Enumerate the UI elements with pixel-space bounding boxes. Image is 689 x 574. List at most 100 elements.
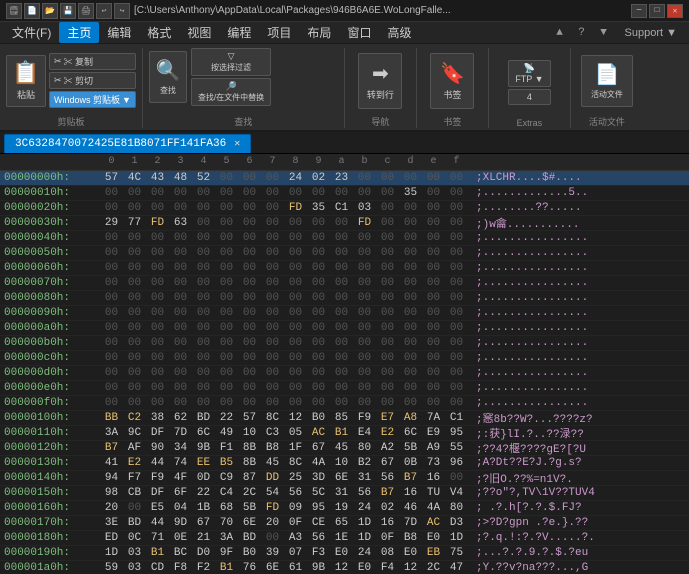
hex-byte-cell[interactable]: 6C bbox=[192, 427, 215, 439]
hex-byte-cell[interactable]: 00 bbox=[307, 382, 330, 394]
hex-byte-cell[interactable]: 1B bbox=[192, 502, 215, 514]
hex-byte-cell[interactable]: E7 bbox=[376, 412, 399, 424]
hex-byte-cell[interactable]: E0 bbox=[399, 547, 422, 559]
table-row[interactable]: 00000140h:94F7F94F0DC987DD253D6E3156B716… bbox=[0, 471, 689, 486]
hex-byte-cell[interactable]: 57 bbox=[238, 412, 261, 424]
hex-byte-cell[interactable]: 00 bbox=[445, 397, 468, 409]
hex-byte-cell[interactable]: B7 bbox=[376, 487, 399, 499]
menu-advanced[interactable]: 高级 bbox=[379, 22, 419, 43]
hex-byte-cell[interactable]: 00 bbox=[169, 247, 192, 259]
hex-byte-cell[interactable]: 67 bbox=[192, 517, 215, 529]
goto-line-button[interactable]: ➡ 转到行 bbox=[358, 53, 402, 109]
table-row[interactable]: 00000160h:2000E5041B685BFD0995192402464A… bbox=[0, 501, 689, 516]
hex-tab[interactable]: 3C6328470072425E81B8071FF141FA36 ✕ bbox=[4, 134, 251, 153]
hex-byte-cell[interactable]: D0 bbox=[192, 547, 215, 559]
hex-byte-cell[interactable]: 00 bbox=[215, 277, 238, 289]
hex-byte-cell[interactable]: 00 bbox=[399, 232, 422, 244]
hex-byte-cell[interactable]: 00 bbox=[284, 307, 307, 319]
hex-byte-cell[interactable]: 00 bbox=[215, 307, 238, 319]
hex-byte-cell[interactable]: C1 bbox=[445, 412, 468, 424]
hex-byte-cell[interactable]: 00 bbox=[169, 352, 192, 364]
hex-byte-cell[interactable]: 02 bbox=[376, 502, 399, 514]
hex-byte-cell[interactable]: 00 bbox=[422, 232, 445, 244]
hex-byte-cell[interactable]: 22 bbox=[215, 412, 238, 424]
hex-byte-cell[interactable]: 00 bbox=[100, 307, 123, 319]
hex-byte-cell[interactable]: 12 bbox=[284, 412, 307, 424]
hex-byte-cell[interactable]: 00 bbox=[261, 232, 284, 244]
hex-byte-cell[interactable]: 00 bbox=[100, 202, 123, 214]
hex-byte-cell[interactable]: 20 bbox=[100, 502, 123, 514]
print-icon[interactable]: 🖨 bbox=[78, 3, 94, 19]
hex-byte-cell[interactable]: 00 bbox=[399, 217, 422, 229]
hex-byte-cell[interactable]: 03 bbox=[123, 562, 146, 574]
hex-byte-cell[interactable]: 00 bbox=[192, 367, 215, 379]
hex-byte-cell[interactable]: 00 bbox=[169, 202, 192, 214]
hex-byte-cell[interactable]: 00 bbox=[100, 247, 123, 259]
hex-byte-cell[interactable]: DF bbox=[146, 487, 169, 499]
hex-byte-cell[interactable]: 00 bbox=[261, 187, 284, 199]
hex-byte-cell[interactable]: 00 bbox=[445, 247, 468, 259]
hex-byte-cell[interactable]: 00 bbox=[100, 187, 123, 199]
table-row[interactable]: 00000080h:000000000000000000000000000000… bbox=[0, 291, 689, 306]
hex-byte-cell[interactable]: 00 bbox=[376, 352, 399, 364]
hex-byte-cell[interactable]: 00 bbox=[261, 262, 284, 274]
hex-byte-cell[interactable]: 34 bbox=[169, 442, 192, 454]
hex-view-area[interactable]: 0 1 2 3 4 5 6 7 8 9 a b c d e f 00000000… bbox=[0, 154, 689, 574]
hex-byte-cell[interactable]: 00 bbox=[284, 277, 307, 289]
hex-byte-cell[interactable]: 00 bbox=[330, 352, 353, 364]
hex-byte-cell[interactable]: 0C bbox=[123, 532, 146, 544]
hex-byte-cell[interactable]: 00 bbox=[123, 337, 146, 349]
hex-byte-cell[interactable]: 00 bbox=[307, 277, 330, 289]
hex-byte-cell[interactable]: 00 bbox=[192, 382, 215, 394]
hex-byte-cell[interactable]: 00 bbox=[307, 352, 330, 364]
hex-byte-cell[interactable]: F2 bbox=[192, 562, 215, 574]
hex-byte-cell[interactable]: 00 bbox=[146, 382, 169, 394]
hex-byte-cell[interactable]: 00 bbox=[330, 187, 353, 199]
table-row[interactable]: 00000070h:000000000000000000000000000000… bbox=[0, 276, 689, 291]
hex-byte-cell[interactable]: 00 bbox=[376, 337, 399, 349]
hex-byte-cell[interactable]: 00 bbox=[238, 367, 261, 379]
hex-byte-cell[interactable]: 00 bbox=[445, 277, 468, 289]
table-row[interactable]: 00000120h:B7AF90349BF18BB81F674580A25BA9… bbox=[0, 441, 689, 456]
hex-byte-cell[interactable]: 00 bbox=[238, 187, 261, 199]
hex-byte-cell[interactable]: 56 bbox=[353, 487, 376, 499]
hex-byte-cell[interactable]: 00 bbox=[123, 322, 146, 334]
hex-byte-cell[interactable]: BB bbox=[100, 412, 123, 424]
filter-by-selection-button[interactable]: ▽ 按选择过滤 bbox=[191, 48, 271, 76]
table-row[interactable]: 00000130h:41E24474EEB58B458C4A10B2670B73… bbox=[0, 456, 689, 471]
hex-byte-cell[interactable]: 00 bbox=[330, 322, 353, 334]
table-row[interactable]: 000000b0h:000000000000000000000000000000… bbox=[0, 336, 689, 351]
table-row[interactable]: 00000110h:3A9CDF7D6C4910C305ACB1E4E26CE9… bbox=[0, 426, 689, 441]
menu-up-icon[interactable]: ▲ bbox=[551, 24, 569, 42]
hex-byte-cell[interactable]: 00 bbox=[284, 367, 307, 379]
undo-icon[interactable]: ↩ bbox=[96, 3, 112, 19]
hex-byte-cell[interactable]: AC bbox=[307, 427, 330, 439]
hex-byte-cell[interactable]: 29 bbox=[100, 217, 123, 229]
hex-byte-cell[interactable]: 00 bbox=[100, 397, 123, 409]
hex-byte-cell[interactable]: 6C bbox=[399, 427, 422, 439]
hex-byte-cell[interactable]: 80 bbox=[445, 502, 468, 514]
hex-byte-cell[interactable]: 47 bbox=[445, 562, 468, 574]
table-row[interactable]: 00000150h:98CBDF6F22C42C54565C3156B716TU… bbox=[0, 486, 689, 501]
hex-byte-cell[interactable]: 00 bbox=[376, 202, 399, 214]
hex-byte-cell[interactable]: 00 bbox=[261, 367, 284, 379]
hex-byte-cell[interactable]: 00 bbox=[123, 307, 146, 319]
hex-byte-cell[interactable]: 00 bbox=[284, 247, 307, 259]
hex-byte-cell[interactable]: 00 bbox=[330, 382, 353, 394]
hex-byte-cell[interactable]: 00 bbox=[215, 367, 238, 379]
hex-byte-cell[interactable]: 00 bbox=[445, 337, 468, 349]
hex-byte-cell[interactable]: 00 bbox=[422, 352, 445, 364]
hex-byte-cell[interactable]: 00 bbox=[307, 397, 330, 409]
hex-byte-cell[interactable]: 00 bbox=[353, 382, 376, 394]
hex-byte-cell[interactable]: 00 bbox=[146, 352, 169, 364]
hex-byte-cell[interactable]: 00 bbox=[192, 337, 215, 349]
hex-byte-cell[interactable]: 35 bbox=[399, 187, 422, 199]
hex-byte-cell[interactable]: 35 bbox=[307, 202, 330, 214]
menu-window[interactable]: 窗口 bbox=[339, 22, 379, 43]
hex-byte-cell[interactable]: 00 bbox=[192, 187, 215, 199]
hex-byte-cell[interactable]: E4 bbox=[353, 427, 376, 439]
hex-byte-cell[interactable]: 6E bbox=[330, 472, 353, 484]
hex-byte-cell[interactable]: 9B bbox=[192, 442, 215, 454]
hex-byte-cell[interactable]: 00 bbox=[307, 187, 330, 199]
hex-byte-cell[interactable]: BD bbox=[238, 532, 261, 544]
